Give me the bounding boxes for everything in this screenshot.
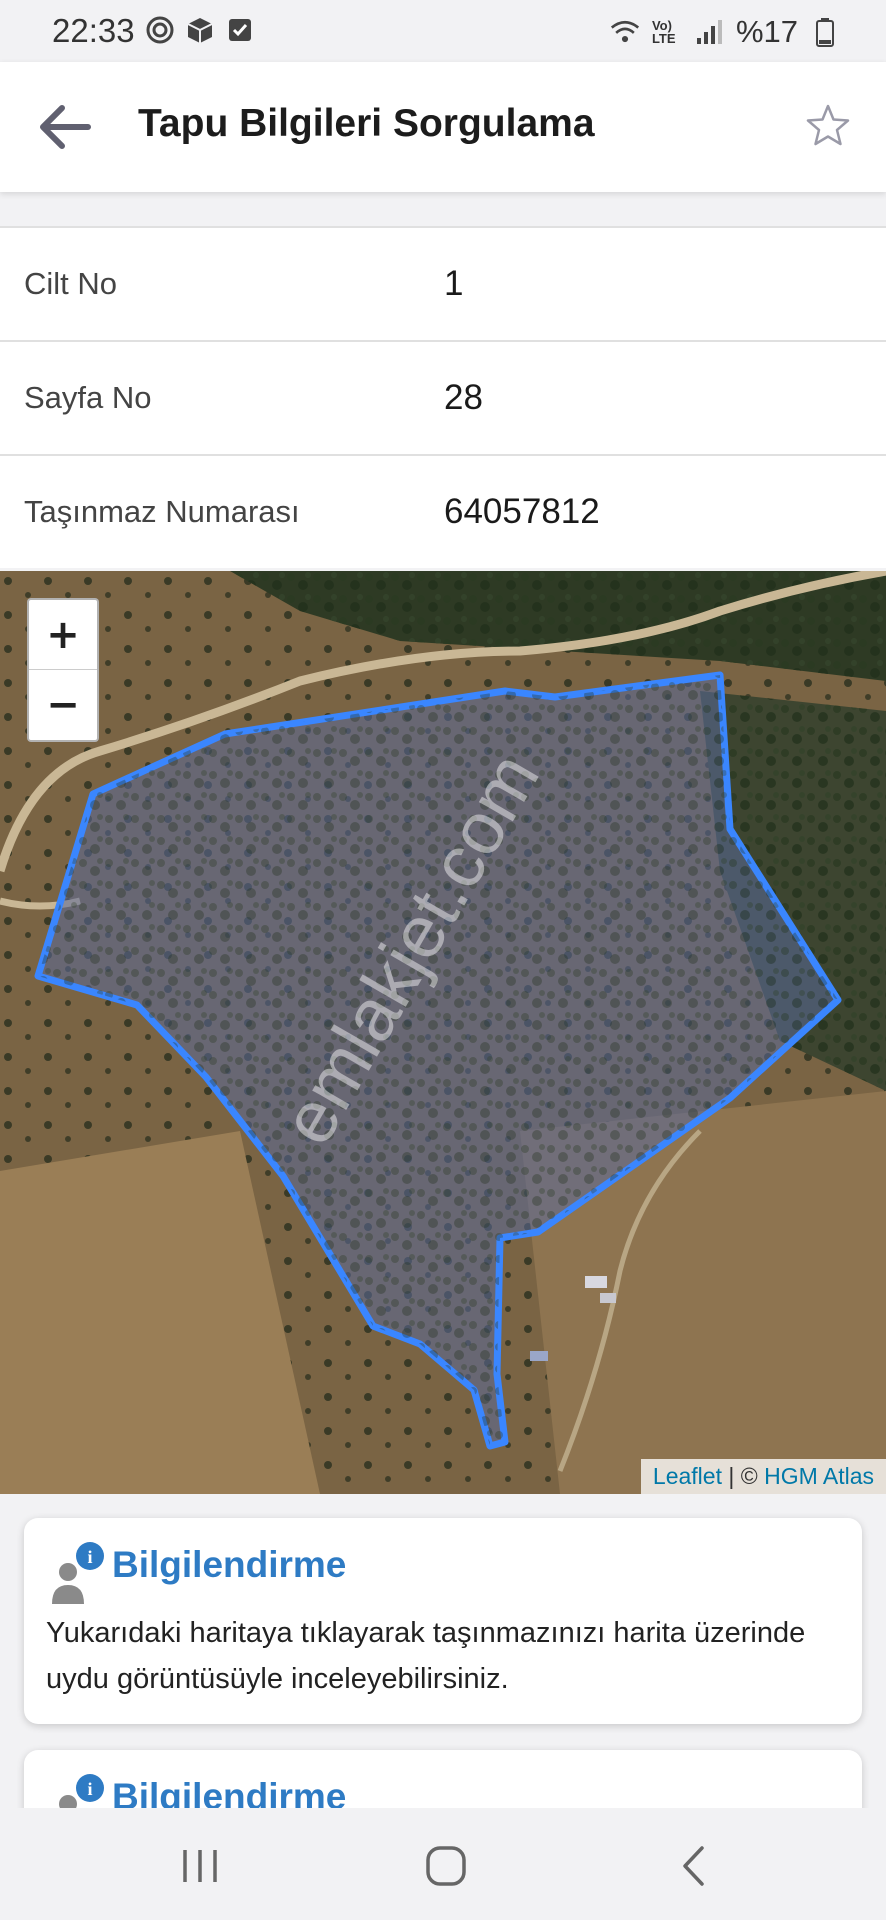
system-back-button[interactable]	[672, 1844, 718, 1888]
system-nav-bar	[0, 1808, 886, 1920]
info-label: Taşınmaz Numarası	[24, 494, 300, 529]
status-notification-icons	[145, 15, 255, 45]
status-system-icons: Vo) LTE %17	[610, 14, 840, 50]
card-body: Yukarıdaki haritaya tıklayarak taşınmazı…	[46, 1617, 806, 1695]
info-label: Sayfa No	[24, 380, 152, 415]
vpn-icon	[145, 15, 175, 45]
attribution-separator: | ©	[721, 1463, 765, 1489]
star-icon	[806, 104, 850, 146]
chevron-left-icon	[683, 1846, 704, 1886]
home-button[interactable]	[423, 1844, 469, 1888]
back-button[interactable]	[36, 102, 92, 152]
hgm-atlas-link[interactable]: HGM Atlas	[764, 1463, 874, 1489]
page-title: Tapu Bilgileri Sorgulama	[138, 102, 595, 145]
info-value: 64057812	[444, 492, 600, 531]
recent-apps-button[interactable]	[177, 1844, 223, 1888]
info-row-cilt: Cilt No 1	[0, 228, 886, 342]
wifi-icon	[610, 17, 640, 47]
zoom-in-button[interactable]: +	[29, 600, 97, 669]
info-label: Cilt No	[24, 266, 118, 301]
status-bar: 22:33 Vo) LTE %17	[0, 0, 886, 62]
satellite-imagery	[0, 571, 886, 1494]
checkbox-icon	[225, 15, 255, 45]
favorite-button[interactable]	[804, 102, 852, 150]
card-title: Bilgilendirme	[112, 1544, 347, 1585]
home-icon	[426, 1846, 466, 1886]
app-bar: Tapu Bilgileri Sorgulama	[0, 62, 886, 192]
info-row-tasinmaz: Taşınmaz Numarası 64057812	[0, 456, 886, 568]
zoom-control: + −	[27, 598, 99, 742]
property-info-table: Cilt No 1 Sayfa No 28 Taşınmaz Numarası …	[0, 226, 886, 568]
network-type: Vo) LTE	[651, 18, 676, 46]
recent-apps-icon	[183, 1850, 217, 1882]
battery-icon	[810, 17, 840, 47]
svg-text:i: i	[87, 1779, 92, 1799]
info-value: 28	[444, 378, 483, 417]
zoom-out-button[interactable]: −	[29, 669, 97, 739]
info-card: i Bilgilendirme Yukarıdaki haritaya tıkl…	[24, 1518, 862, 1724]
arrow-left-icon	[40, 105, 91, 149]
map-attribution: Leaflet | © HGM Atlas	[640, 1459, 886, 1494]
status-time: 22:33	[52, 12, 135, 49]
info-value: 1	[444, 264, 464, 303]
svg-text:i: i	[87, 1547, 92, 1567]
battery-level: %17	[735, 14, 798, 49]
satellite-map[interactable]: emlakjet.com + − Leaflet | © HGM Atlas	[0, 571, 886, 1494]
info-row-sayfa: Sayfa No 28	[0, 342, 886, 456]
leaflet-link[interactable]: Leaflet	[653, 1463, 722, 1489]
signal-icon	[694, 17, 724, 47]
user-info-icon: i	[46, 1540, 114, 1604]
package-icon	[185, 15, 215, 45]
